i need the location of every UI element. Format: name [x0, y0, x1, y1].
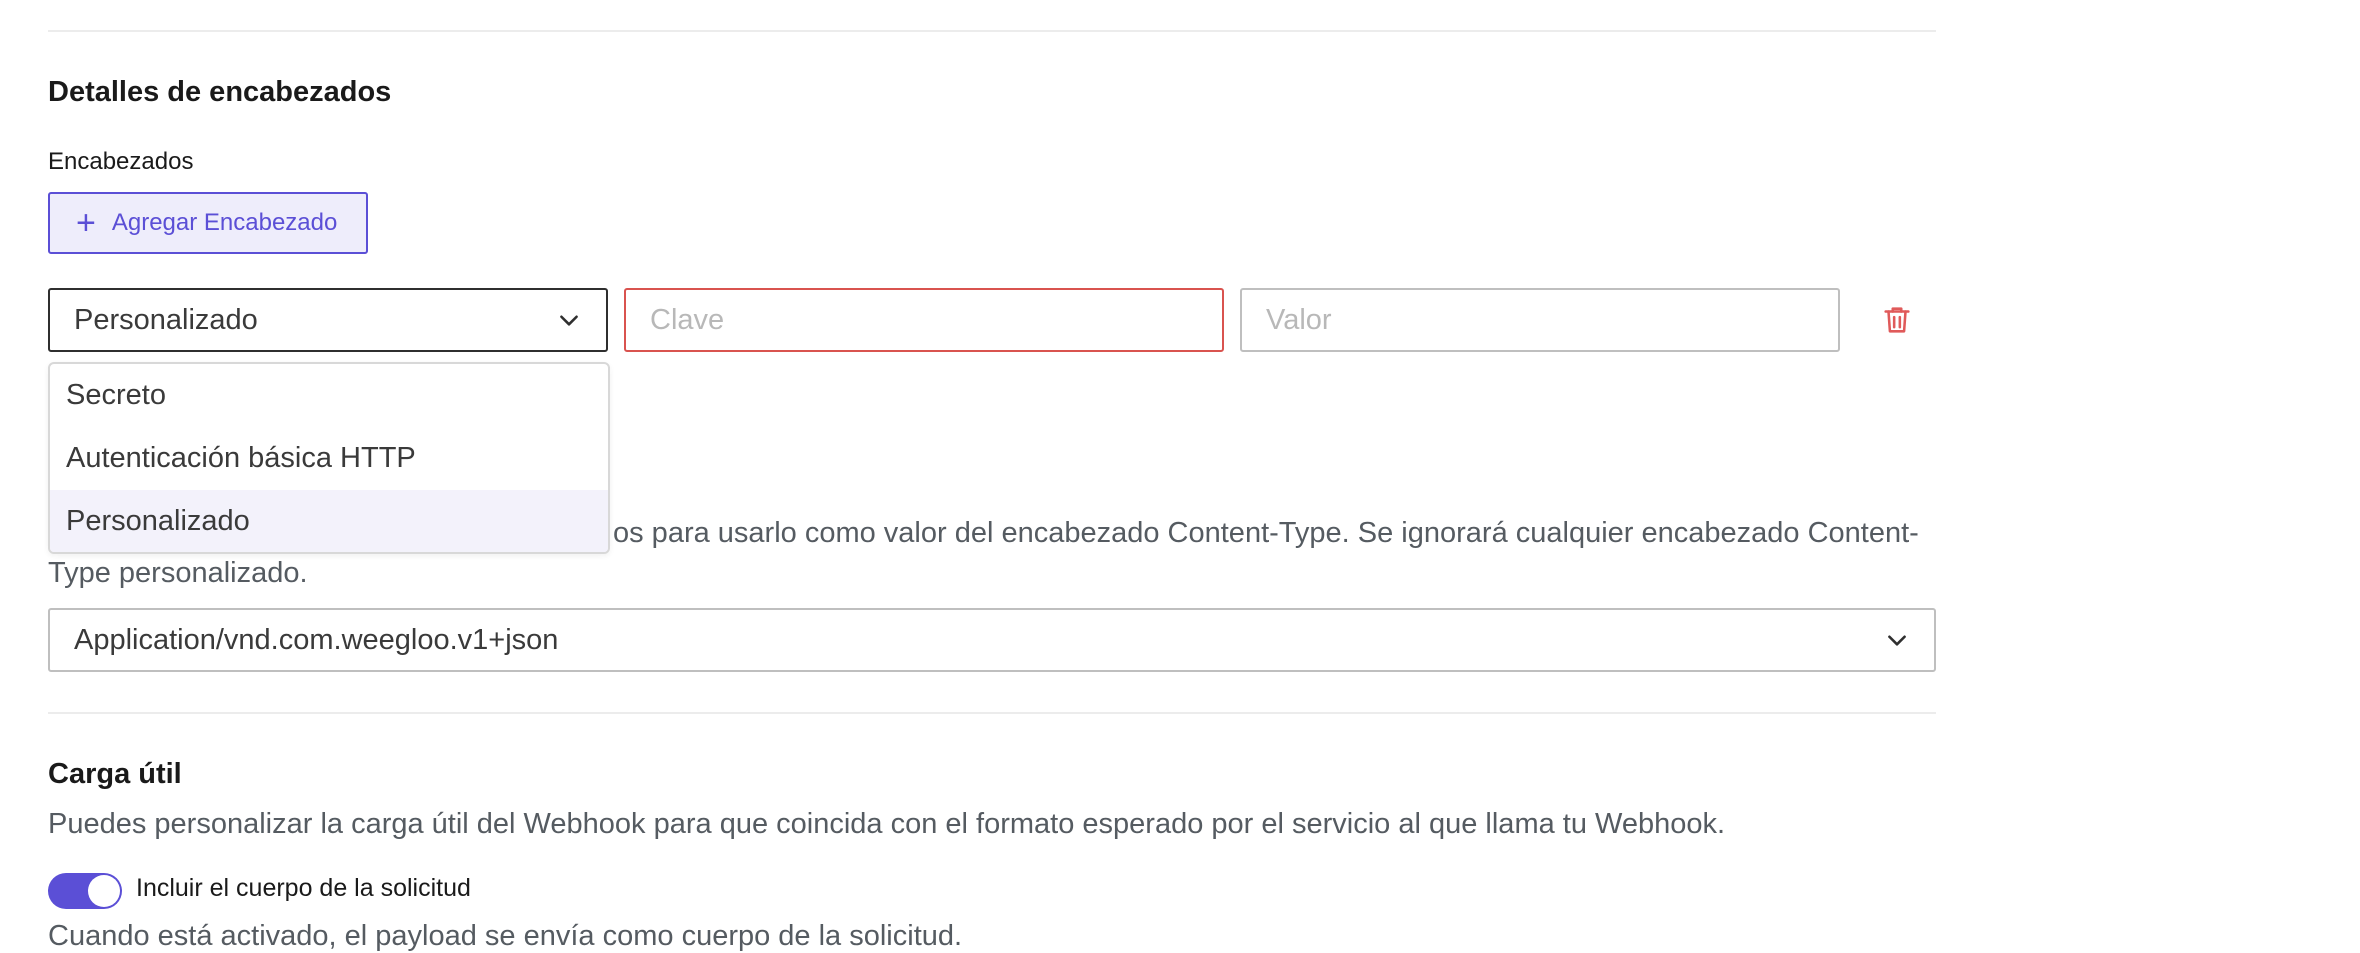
header-type-select[interactable]: Personalizado — [48, 288, 608, 352]
header-key-placeholder: Clave — [650, 303, 725, 336]
content-type-select[interactable]: Application/vnd.com.weegloo.v1+json — [48, 608, 1936, 672]
dropdown-option-personalizado[interactable]: Personalizado — [50, 490, 608, 552]
dropdown-option-secreto[interactable]: Secreto — [50, 364, 608, 427]
headers-section-title: Detalles de encabezados — [48, 76, 392, 108]
payload-description: Puedes personalizar la carga útil del We… — [48, 808, 1726, 840]
header-value-input[interactable]: Valor — [1240, 288, 1840, 352]
trash-icon[interactable] — [1880, 303, 1914, 337]
headers-label: Encabezados — [48, 148, 194, 175]
add-header-button-label: Agregar Encabezado — [111, 209, 338, 236]
include-body-toggle-label: Incluir el cuerpo de la solicitud — [136, 874, 471, 902]
header-type-dropdown-menu: Secreto Autenticación básica HTTP Person… — [48, 362, 610, 554]
toggle-knob — [88, 875, 120, 907]
dropdown-option-autenticacion-basica[interactable]: Autenticación básica HTTP — [50, 427, 608, 490]
header-value-placeholder: Valor — [1266, 303, 1332, 336]
chevron-down-icon — [560, 315, 578, 326]
header-type-selected-value: Personalizado — [74, 303, 258, 336]
content-type-description-line2: Type personalizado. — [48, 557, 308, 589]
plus-icon: + — [76, 204, 96, 242]
chevron-down-icon — [1888, 635, 1906, 646]
add-header-button[interactable]: + Agregar Encabezado — [48, 192, 368, 254]
payload-section-title: Carga útil — [48, 758, 182, 790]
payload-divider — [48, 712, 1936, 714]
include-body-toggle[interactable] — [48, 873, 122, 909]
include-body-help-text: Cuando está activado, el payload se enví… — [48, 920, 963, 952]
header-key-input[interactable]: Clave — [624, 288, 1224, 352]
content-type-selected-value: Application/vnd.com.weegloo.v1+json — [74, 623, 559, 656]
top-divider — [48, 30, 1936, 32]
